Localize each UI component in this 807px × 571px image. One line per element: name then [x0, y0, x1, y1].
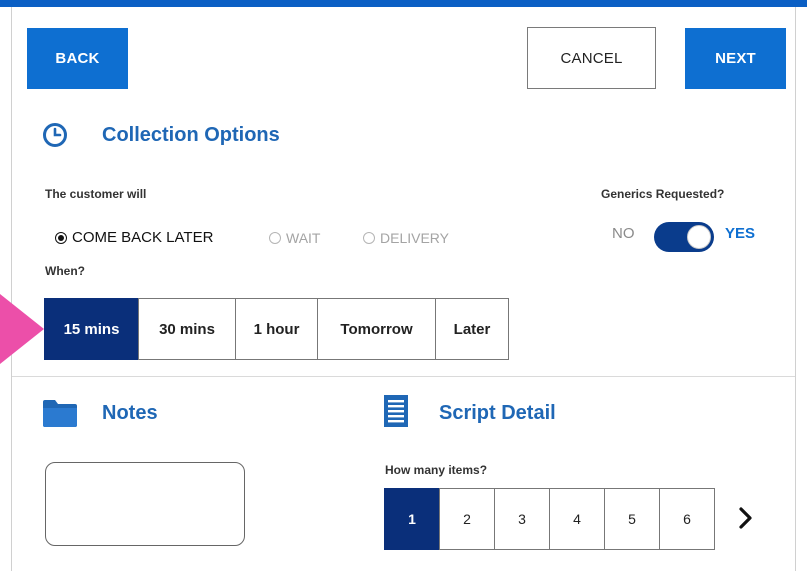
clock-icon [43, 123, 67, 147]
top-accent-bar [0, 0, 807, 7]
generics-requested-label: Generics Requested? [601, 187, 725, 201]
radio-delivery[interactable]: DELIVERY [363, 230, 449, 246]
when-option-tomorrow[interactable]: Tomorrow [317, 298, 436, 360]
notes-title: Notes [102, 402, 158, 424]
radio-wait[interactable]: WAIT [269, 230, 320, 246]
when-option-15-mins[interactable]: 15 mins [44, 298, 139, 360]
radio-come-back-later[interactable]: COME BACK LATER [55, 229, 213, 246]
how-many-items-label: How many items? [385, 463, 488, 477]
panel-left-border [11, 7, 12, 571]
items-option-3[interactable]: 3 [494, 488, 550, 550]
back-button[interactable]: BACK [27, 28, 128, 89]
customer-will-label: The customer will [45, 187, 147, 201]
generics-yes-label: YES [725, 225, 756, 242]
notes-input[interactable] [45, 462, 245, 546]
next-button[interactable]: NEXT [685, 28, 786, 89]
toggle-knob [687, 225, 711, 249]
chevron-right-icon[interactable] [736, 504, 756, 532]
generics-toggle[interactable] [654, 222, 714, 252]
document-list-icon [384, 395, 408, 427]
radio-wait-label: WAIT [286, 230, 321, 246]
panel-right-border [795, 7, 796, 571]
items-option-6[interactable]: 6 [659, 488, 715, 550]
generics-no-label: NO [612, 225, 635, 242]
items-option-4[interactable]: 4 [549, 488, 605, 550]
items-option-2[interactable]: 2 [439, 488, 495, 550]
items-count-selector: 1 2 3 4 5 6 [384, 488, 715, 550]
pink-arrow-pointer-icon [0, 294, 44, 364]
radio-come-back-later-label: COME BACK LATER [72, 229, 214, 246]
when-segmented-control: 15 mins 30 mins 1 hour Tomorrow Later [44, 298, 509, 360]
when-option-later[interactable]: Later [435, 298, 509, 360]
section-divider [12, 376, 795, 377]
radio-dot [269, 232, 281, 244]
radio-delivery-label: DELIVERY [380, 230, 449, 246]
collection-options-title: Collection Options [102, 124, 280, 146]
when-option-1-hour[interactable]: 1 hour [235, 298, 318, 360]
script-detail-title: Script Detail [439, 402, 556, 424]
when-option-30-mins[interactable]: 30 mins [138, 298, 236, 360]
when-label: When? [45, 264, 85, 278]
cancel-button[interactable]: CANCEL [527, 27, 656, 89]
folder-icon [43, 400, 77, 427]
radio-dot [363, 232, 375, 244]
items-option-1[interactable]: 1 [384, 488, 440, 550]
radio-dot-selected [55, 231, 67, 244]
items-option-5[interactable]: 5 [604, 488, 660, 550]
